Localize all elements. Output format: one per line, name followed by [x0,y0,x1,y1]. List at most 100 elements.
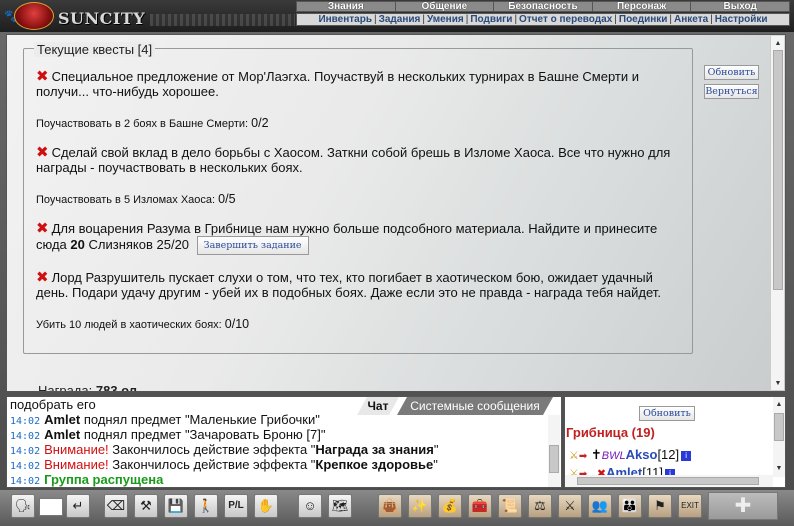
users-hscrollbar[interactable] [565,475,773,487]
cancel-quest-icon[interactable]: ✖ [36,219,49,237]
cancel-quest-icon[interactable]: ✖ [36,143,49,161]
scroll-thumb[interactable] [774,413,784,441]
cancel-quest-icon[interactable]: ✖ [36,67,49,85]
quest-text: Лорд Разрушитель пускает слухи о том, чт… [36,270,661,300]
users-panel: Обновить Грибница (19) ⚔➡ ✝BWLAkso[12] i … [564,396,786,488]
scroll-down-icon[interactable]: ▼ [771,378,785,390]
clear-icon[interactable]: ⌫ [104,494,128,518]
chat-nick[interactable]: Amlet [44,427,80,442]
magic-icon[interactable]: ✨ [408,494,432,518]
flag-icon[interactable]: ⚑ [648,494,672,518]
scroll-down-icon[interactable]: ▼ [773,463,785,475]
chat-nick[interactable]: Amlet [44,412,80,427]
nav-knowledge[interactable]: Знания [297,2,396,12]
progress-label: Убить 10 людей в хаотических боях: [36,319,222,331]
nav-exit[interactable]: Выход [691,2,789,12]
top-bar: 🐾 SUNCITY Знания Общение Безопасность Пе… [0,0,794,32]
scroll-thumb[interactable] [773,50,783,290]
quest-item: ✖ Лорд Разрушитель пускает слухи о том, ч… [36,268,684,301]
chat-time[interactable]: 14:02 [10,461,40,472]
scroll-up-icon[interactable]: ▲ [773,399,785,411]
emblem-icon [14,2,54,30]
chat-line: подобрать его [10,397,96,412]
quest-progress: Поучаствовать в 2 боях в Башне Смерти: 0… [36,116,269,130]
tab-chat[interactable]: Чат [357,397,399,415]
smiley-icon[interactable]: ☺ [298,494,322,518]
back-button[interactable]: Вернуться [704,84,759,99]
exit-icon[interactable]: EXIT [678,494,702,518]
progress-label: Поучаствовать в 5 Изломах Хаоса: [36,194,216,206]
scroll-thumb[interactable] [549,445,559,473]
trade-icon[interactable]: ⚖ [528,494,552,518]
clan-badge[interactable]: BWL [602,450,626,462]
subnav-duels[interactable]: Поединки [619,14,668,25]
bottom-toolbar: 🗣 ↵ ⌫ ⚒ 💾 🚶 P/L ✋ ☺ 🗺 👜 ✨ 💰 🧰 📜 ⚖ ⚔ 👥 👪 … [0,490,794,526]
quest-progress: Убить 10 людей в хаотических боях: 0/10 [36,317,249,331]
private-icon[interactable]: P/L [224,494,248,518]
money-icon[interactable]: 💰 [438,494,462,518]
info-icon[interactable]: i [681,450,692,461]
quest-text: Сделай свой вклад в дело борьбы с Хаосом… [36,145,671,175]
chest-icon[interactable]: 🧰 [468,494,492,518]
subnav-skills[interactable]: Умения [427,14,464,25]
users-scrollbar[interactable]: ▲ ▼ [773,397,785,477]
cancel-quest-icon[interactable]: ✖ [36,268,49,286]
subnav-quests[interactable]: Задания [379,14,421,25]
subnav-inventory[interactable]: Инвентарь [318,14,372,25]
reward-group: Награда: 783 ол [35,383,141,391]
hand-icon[interactable]: ✋ [254,494,278,518]
map-icon[interactable]: 🗺 [328,494,352,518]
arrow-icon: ➡ [578,451,588,462]
chat-time[interactable]: 14:02 [10,416,40,427]
chat-panel: подобрать его 14:02 Amlet поднял предмет … [6,396,562,488]
chat-time[interactable]: 14:02 [10,476,40,487]
user-row[interactable]: ⚔➡ ✝BWLAkso[12] i [569,447,692,463]
quests-scrollbar[interactable]: ▲ ▼ [770,36,784,390]
chat-scrollbar[interactable] [548,415,560,487]
friends-icon[interactable]: 👥 [588,494,612,518]
chat-input[interactable] [39,498,63,516]
nav-character[interactable]: Персонаж [593,2,692,12]
logo-text: SUNCITY [58,9,146,28]
location-title: Грибница (19) [566,425,655,440]
tab-system-messages[interactable]: Системные сообщения [397,397,553,415]
nav-communication[interactable]: Общение [396,2,495,12]
cross-icon: ✝ [590,447,602,462]
subnav-profile[interactable]: Анкета [674,14,708,25]
users-refresh-button[interactable]: Обновить [639,406,695,421]
scroll-thumb[interactable] [577,477,759,485]
user-level: [12] [657,447,680,462]
user-nick[interactable]: Akso [626,447,658,462]
chat-time[interactable]: 14:02 [10,431,40,442]
subnav-feats[interactable]: Подвиги [470,14,512,25]
enter-icon[interactable]: ↵ [66,494,90,518]
reward-title: Награда: 783 ол [35,383,141,391]
save-icon[interactable]: 💾 [164,494,188,518]
quest-item: ✖ Для воцарения Разума в Грибнице нам нуж… [36,221,684,255]
quest-item: ✖ Специальное предложение от Мор'Лаэгха. … [36,67,684,100]
group-icon[interactable]: 👪 [618,494,642,518]
filter-icon[interactable]: ⚒ [134,494,158,518]
nav-security[interactable]: Безопасность [494,2,593,12]
main-nav: Знания Общение Безопасность Персонаж Вых… [296,1,790,12]
subnav-transfers[interactable]: Отчет о переводах [519,14,612,25]
walk-icon[interactable]: 🚶 [194,494,218,518]
scroll-up-icon[interactable]: ▲ [771,38,785,50]
quest-count: 20 [70,236,85,252]
subnav-settings[interactable]: Настройки [715,14,768,25]
progress-label: Поучаствовать в 2 боях в Башне Смерти: [36,118,249,130]
scroll-icon[interactable]: 📜 [498,494,522,518]
puzzle-icon[interactable]: ✚ [708,492,778,520]
chat-tabs: Чат Системные сообщения [357,397,553,415]
battle-icon[interactable]: ⚔ [558,494,582,518]
complete-quest-button[interactable]: Завершить задание [196,236,309,255]
chat-group-message: Группа распущена [44,472,164,487]
chat-time[interactable]: 14:02 [10,446,40,457]
bag-icon[interactable]: 👜 [378,494,402,518]
quest-text: Специальное предложение от Мор'Лаэгха. П… [36,69,639,99]
attack-icon[interactable]: ⚔ [569,450,579,462]
chat-line: 14:02 Группа распущена [10,472,164,487]
refresh-button[interactable]: Обновить [704,65,759,80]
logo[interactable]: 🐾 SUNCITY [4,1,154,31]
chat-mode-icon[interactable]: 🗣 [11,494,35,518]
